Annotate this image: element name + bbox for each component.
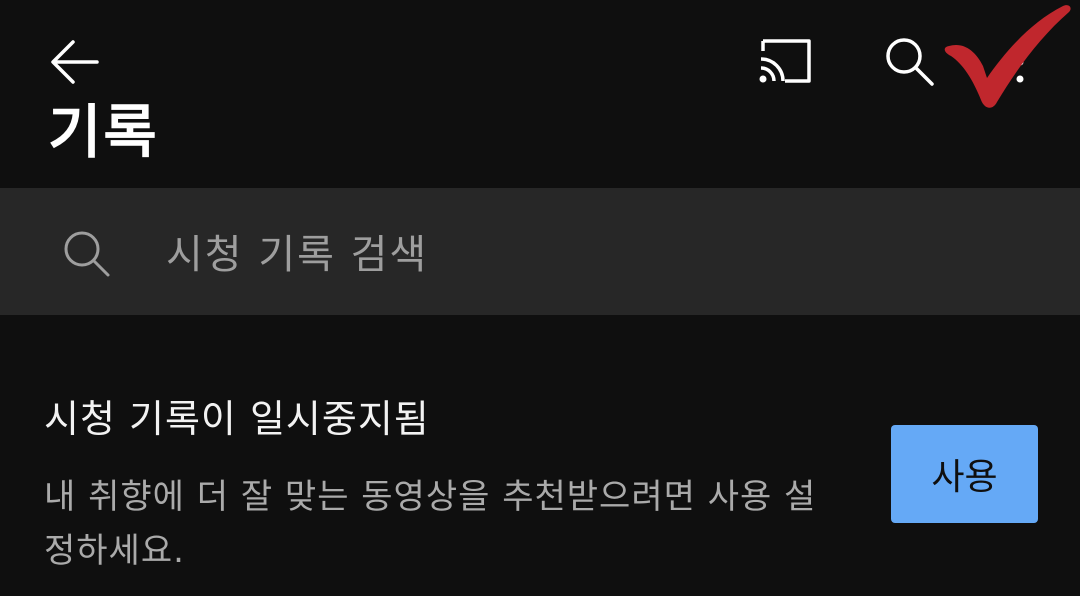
page-title: 기록 bbox=[48, 54, 159, 164]
history-paused-title: 시청 기록이 일시중지됨 bbox=[44, 397, 430, 441]
search-placeholder[interactable]: 시청 기록 검색 bbox=[166, 222, 428, 280]
more-vertical-icon bbox=[1016, 41, 1024, 83]
history-search-bar[interactable]: 시청 기록 검색 bbox=[0, 188, 1080, 315]
page-title-text: 기록 bbox=[48, 98, 159, 164]
search-icon bbox=[886, 38, 934, 86]
cast-button[interactable] bbox=[745, 22, 825, 102]
history-paused-description: 내 취향에 더 잘 맞는 동영상을 추천받으려면 사용 설정하세요. bbox=[44, 477, 817, 571]
top-app-bar: 기록 bbox=[0, 0, 1080, 188]
enable-history-button[interactable]: 사용 bbox=[891, 425, 1038, 523]
search-icon bbox=[64, 231, 110, 277]
cast-icon bbox=[759, 39, 811, 83]
more-options-button[interactable] bbox=[990, 22, 1050, 102]
search-button[interactable] bbox=[870, 22, 950, 102]
